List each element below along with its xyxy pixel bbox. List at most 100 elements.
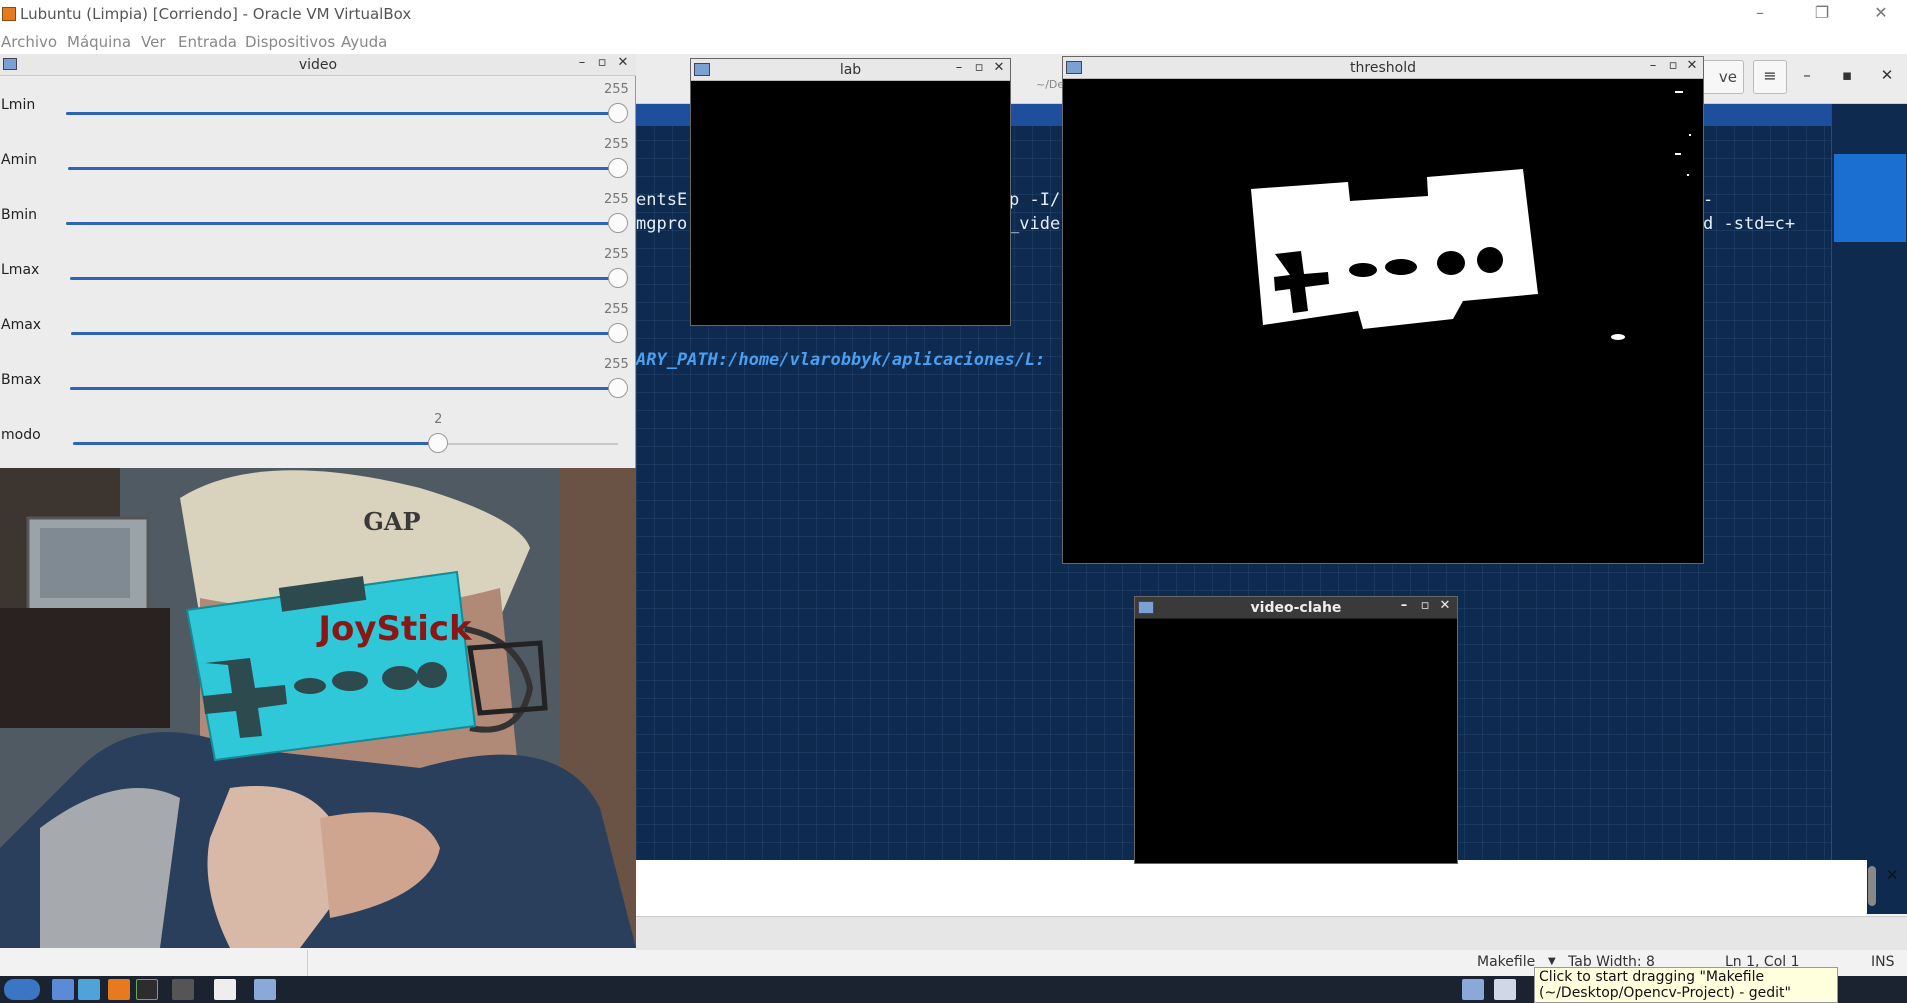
task-files-icon[interactable] xyxy=(172,979,194,1000)
gedit-maximize-button[interactable]: ▪ xyxy=(1832,66,1862,84)
camera-image: JoyStick GAP xyxy=(0,468,636,948)
gedit-close-button[interactable]: ✕ xyxy=(1872,66,1902,84)
lab-window-title-bar[interactable]: lab – ▫ ✕ xyxy=(691,59,1010,81)
trackbar-fill xyxy=(68,167,618,170)
trackbar-handle[interactable] xyxy=(608,158,628,178)
editor-minimap[interactable] xyxy=(1831,104,1907,914)
trackbar-handle[interactable] xyxy=(608,213,628,233)
terminal-icon[interactable] xyxy=(136,979,158,1000)
trackbar-handle[interactable] xyxy=(608,103,628,123)
trackbar-amax[interactable]: Amax 255 xyxy=(0,302,636,357)
file-manager-icon[interactable] xyxy=(52,979,74,1000)
bottom-panel-scrollbar[interactable] xyxy=(1868,866,1876,906)
host-title-bar: Lubuntu (Limpia) [Corriendo] - Oracle VM… xyxy=(0,0,1907,30)
minimize-button[interactable]: – xyxy=(1645,58,1661,73)
trackbar-fill xyxy=(73,442,439,445)
close-button[interactable]: ✕ xyxy=(1437,598,1453,613)
trackbar-lmax[interactable]: Lmax 255 xyxy=(0,247,636,302)
trackbar-fill xyxy=(66,112,618,115)
task-window-icon[interactable] xyxy=(254,979,276,1000)
host-menu-bar: Archivo Máquina Ver Entrada Dispositivos… xyxy=(0,30,1907,54)
trackbar-value: 255 xyxy=(604,247,629,262)
maximize-button[interactable]: ▫ xyxy=(971,60,987,75)
trackbar-label: Lmax xyxy=(1,262,40,278)
trackbar-handle[interactable] xyxy=(608,323,628,343)
close-button[interactable]: ✕ xyxy=(991,60,1007,75)
trackbar-amin[interactable]: Amin 255 xyxy=(0,137,636,192)
menu-ver[interactable]: Ver xyxy=(141,33,166,51)
lab-window[interactable]: lab – ▫ ✕ xyxy=(690,58,1011,326)
tray-window-icon[interactable] xyxy=(1462,979,1484,1000)
host-restore-button[interactable]: ❐ xyxy=(1802,3,1842,22)
video-clahe-window[interactable]: video-clahe – ▫ ✕ xyxy=(1134,596,1458,864)
video-clahe-window-title-bar[interactable]: video-clahe – ▫ ✕ xyxy=(1135,597,1457,619)
menu-maquina[interactable]: Máquina xyxy=(67,33,131,51)
trackbar-fill xyxy=(66,222,618,225)
trackbar-label: Bmin xyxy=(1,207,38,223)
trackbar-fill xyxy=(70,387,618,390)
menu-ayuda[interactable]: Ayuda xyxy=(341,33,387,51)
language-dropdown-icon[interactable]: ▼ xyxy=(1548,956,1556,967)
trackbar-label: Amin xyxy=(1,152,37,168)
video-window[interactable]: video – ▫ ✕ Lmin 255 Amin 255 Bmin 255 Lmax 255… xyxy=(0,54,636,948)
trackbar-value: 255 xyxy=(604,192,629,207)
maximize-button[interactable]: ▫ xyxy=(1417,598,1433,613)
trackbar-lmin[interactable]: Lmin 255 xyxy=(0,82,636,137)
code-line: _vide xyxy=(1009,214,1061,234)
tray-desktop-icon[interactable] xyxy=(1494,979,1516,1000)
code-line: ARY_PATH:/home/vlarobbyk/aplicaciones/L: xyxy=(636,350,1046,370)
trackbar-handle[interactable] xyxy=(608,268,628,288)
threshold-window[interactable]: threshold – ▫ ✕ xyxy=(1062,56,1704,564)
gedit-menu-button[interactable]: ≡ xyxy=(1753,60,1787,94)
trackbar-value: 255 xyxy=(604,302,629,317)
menu-archivo[interactable]: Archivo xyxy=(1,33,57,51)
browser-icon[interactable] xyxy=(78,979,100,1000)
menu-entrada[interactable]: Entrada xyxy=(178,33,237,51)
trackbar-handle[interactable] xyxy=(428,433,449,453)
gedit-minimize-button[interactable]: – xyxy=(1792,66,1822,84)
bottom-panel-close-icon[interactable]: ✕ xyxy=(1886,866,1899,884)
guest-desktop: ~/De ve ≡ – ▪ ✕ entsE mgpro p -I/ _vide … xyxy=(0,54,1907,1003)
bottom-panel xyxy=(636,860,1867,916)
trackbar-value: 255 xyxy=(604,137,629,152)
trackbar-modo[interactable]: modo 2 xyxy=(0,412,636,467)
minimize-button[interactable]: – xyxy=(1396,598,1412,613)
code-line: p -I/ xyxy=(1009,190,1061,210)
trackbar-bmax[interactable]: Bmax 255 xyxy=(0,357,636,412)
host-minimize-button[interactable]: – xyxy=(1740,3,1780,22)
trackbar-label: Amax xyxy=(1,317,42,333)
gedit-gutter xyxy=(636,916,1907,950)
close-button[interactable]: ✕ xyxy=(615,55,631,70)
text-editor-icon[interactable] xyxy=(108,979,130,1000)
joystick-label: JoyStick xyxy=(316,609,473,649)
drag-tooltip: Click to start dragging "Makefile (~/Des… xyxy=(1534,967,1838,1003)
threshold-mask xyxy=(1063,79,1703,563)
minimap-thumb[interactable] xyxy=(1834,154,1906,242)
trackbar-handle[interactable] xyxy=(608,378,628,398)
maximize-button[interactable]: ▫ xyxy=(1665,58,1681,73)
language-selector[interactable]: Makefile xyxy=(1477,954,1535,970)
cap-label: GAP xyxy=(363,507,420,536)
trackbar-bmin[interactable]: Bmin 255 xyxy=(0,192,636,247)
virtualbox-icon xyxy=(2,7,16,21)
trackbar-label: Lmin xyxy=(1,97,36,113)
insert-mode: INS xyxy=(1871,954,1895,970)
status-separator xyxy=(307,950,308,976)
trackbar-value: 2 xyxy=(434,412,443,427)
minimize-button[interactable]: – xyxy=(574,55,590,70)
screen: Lubuntu (Limpia) [Corriendo] - Oracle VM… xyxy=(0,0,1907,1003)
host-close-button[interactable]: ✕ xyxy=(1861,3,1901,22)
trackbar-label: Bmax xyxy=(1,372,42,388)
maximize-button[interactable]: ▫ xyxy=(594,55,610,70)
close-button[interactable]: ✕ xyxy=(1684,58,1700,73)
task-gedit-icon[interactable] xyxy=(214,979,236,1000)
minimize-button[interactable]: – xyxy=(951,60,967,75)
trackbar-fill xyxy=(71,332,618,335)
threshold-window-title-bar[interactable]: threshold – ▫ ✕ xyxy=(1063,57,1703,79)
start-menu-button[interactable] xyxy=(4,979,40,1000)
trackbar-fill xyxy=(70,277,618,280)
code-line: entsE xyxy=(636,190,688,210)
code-line: d -std=c+ xyxy=(1703,214,1796,234)
menu-dispositivos[interactable]: Dispositivos xyxy=(245,33,335,51)
video-window-title-bar[interactable]: video – ▫ ✕ xyxy=(0,54,636,76)
